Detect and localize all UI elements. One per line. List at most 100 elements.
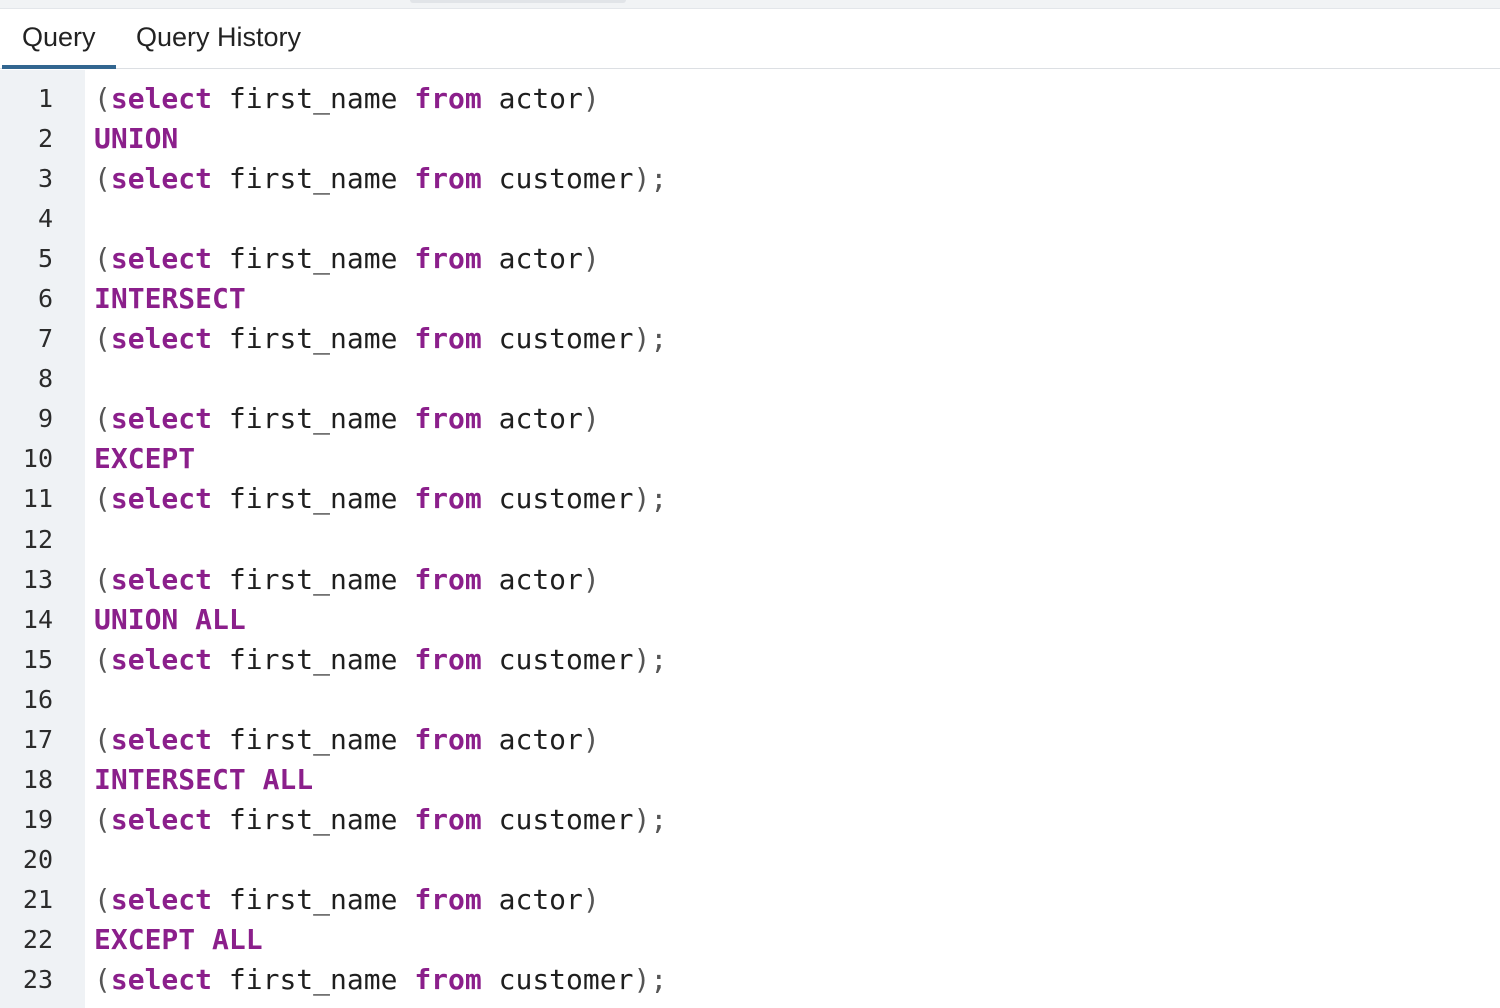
line-number: 6	[37, 284, 53, 314]
editor-line[interactable]: 16	[0, 680, 1500, 720]
sql-keyword: from	[414, 722, 482, 756]
sql-keyword: select	[110, 482, 213, 516]
editor-line[interactable]: 17 (select first_name from actor)	[0, 720, 1500, 760]
code-text: (select first_name from customer);	[94, 800, 667, 840]
sql-punctuation: )	[582, 562, 600, 596]
editor-line[interactable]: 3 (select first_name from customer);	[0, 159, 1500, 199]
code-text: EXCEPT ALL	[94, 920, 263, 960]
sql-punctuation: (	[94, 802, 111, 836]
sql-keyword: EXCEPT	[94, 442, 196, 476]
editor-line[interactable]: 18 INTERSECT ALL	[0, 760, 1500, 800]
tab-bar: Query Query History	[0, 9, 1500, 69]
editor-line[interactable]: 6 INTERSECT	[0, 279, 1500, 319]
editor-line[interactable]: 7 (select first_name from customer);	[0, 319, 1500, 359]
editor-lines: 1 (select first_name from actor) 2 UNION 3 (s…	[0, 79, 1500, 1000]
panel-top-strip	[0, 0, 1500, 9]
editor-line[interactable]: 10 EXCEPT	[0, 439, 1500, 479]
sql-punctuation: );	[633, 482, 668, 516]
sql-punctuation: (	[94, 482, 111, 516]
code-text: EXCEPT	[94, 439, 195, 479]
line-number: 15	[22, 644, 53, 674]
code-text: (select first_name from actor)	[94, 79, 600, 119]
line-number: 10	[22, 444, 53, 474]
editor-line[interactable]: 12	[0, 520, 1500, 560]
editor-line[interactable]: 21 (select first_name from actor)	[0, 880, 1500, 920]
editor-line[interactable]: 2 UNION	[0, 119, 1500, 159]
editor-line[interactable]: 15 (select first_name from customer);	[0, 640, 1500, 680]
line-number: 11	[22, 484, 53, 514]
sql-keyword: select	[110, 322, 213, 356]
sql-identifier: first_name	[212, 562, 415, 596]
sql-keyword: select	[110, 162, 213, 196]
line-number: 13	[22, 564, 53, 594]
code-text: (select first_name from actor)	[94, 880, 600, 920]
editor-line[interactable]: 5 (select first_name from actor)	[0, 239, 1500, 279]
editor-line[interactable]: 19 (select first_name from customer);	[0, 800, 1500, 840]
editor-line[interactable]: 23 (select first_name from customer);	[0, 960, 1500, 1000]
tab-query-history[interactable]: Query History	[136, 9, 301, 68]
sql-keyword: select	[110, 722, 213, 756]
sql-punctuation: (	[94, 322, 111, 356]
editor-line[interactable]: 20	[0, 840, 1500, 880]
sql-keyword: select	[110, 562, 213, 596]
sql-punctuation: )	[582, 82, 600, 115]
sql-punctuation: );	[633, 642, 668, 676]
sql-keyword: INTERSECT	[94, 282, 246, 316]
sql-keyword: from	[414, 802, 482, 836]
code-text: UNION ALL	[94, 600, 246, 640]
editor-line[interactable]: 9 (select first_name from actor)	[0, 399, 1500, 439]
sql-keyword: from	[414, 482, 482, 516]
sql-identifier: customer	[481, 802, 634, 836]
line-number: 12	[22, 524, 53, 554]
line-number: 19	[22, 804, 53, 834]
line-number: 20	[22, 844, 53, 874]
sql-keyword: select	[110, 802, 213, 836]
sql-identifier: actor	[481, 722, 583, 756]
sql-identifier: first_name	[212, 322, 415, 356]
sql-punctuation: (	[94, 882, 111, 916]
line-number: 18	[22, 764, 53, 794]
code-editor[interactable]: 1 (select first_name from actor) 2 UNION 3 (s…	[0, 70, 1500, 1008]
resize-handle[interactable]	[410, 0, 626, 3]
sql-punctuation: );	[633, 322, 668, 356]
sql-identifier: customer	[481, 963, 634, 997]
editor-line[interactable]: 13 (select first_name from actor)	[0, 560, 1500, 600]
sql-keyword: from	[414, 242, 482, 276]
sql-identifier: first_name	[212, 722, 415, 756]
sql-keyword: from	[414, 162, 482, 196]
editor-line[interactable]: 22 EXCEPT ALL	[0, 920, 1500, 960]
editor-line[interactable]: 1 (select first_name from actor)	[0, 79, 1500, 119]
code-text: (select first_name from customer);	[94, 479, 667, 519]
sql-punctuation: )	[582, 722, 600, 756]
sql-identifier: customer	[481, 162, 634, 196]
sql-punctuation: );	[633, 162, 668, 196]
sql-identifier: actor	[481, 882, 583, 916]
sql-query-panel: Query Query History 1 (select first_name …	[0, 0, 1500, 1008]
sql-punctuation: (	[94, 642, 111, 676]
sql-punctuation: );	[633, 963, 668, 997]
editor-line[interactable]: 11 (select first_name from customer);	[0, 479, 1500, 519]
code-text: (select first_name from customer);	[94, 159, 667, 199]
editor-line[interactable]: 8	[0, 359, 1500, 399]
sql-identifier: actor	[481, 562, 583, 596]
sql-keyword: select	[110, 242, 213, 276]
code-text: INTERSECT ALL	[94, 760, 313, 800]
tab-query[interactable]: Query	[2, 9, 116, 69]
code-text: (select first_name from customer);	[94, 319, 667, 359]
sql-identifier: first_name	[212, 242, 415, 276]
line-number: 4	[37, 204, 53, 234]
code-text: (select first_name from actor)	[94, 560, 600, 600]
sql-punctuation: (	[94, 82, 111, 115]
editor-line[interactable]: 4	[0, 199, 1500, 239]
line-number: 9	[37, 404, 53, 434]
sql-identifier: first_name	[212, 482, 415, 516]
sql-keyword: from	[414, 562, 482, 596]
editor-line[interactable]: 14 UNION ALL	[0, 600, 1500, 640]
sql-identifier: first_name	[212, 402, 415, 436]
sql-keyword: select	[110, 882, 213, 916]
sql-keyword: UNION ALL	[94, 602, 246, 636]
sql-punctuation: );	[633, 802, 668, 836]
code-text: (select first_name from actor)	[94, 399, 600, 439]
sql-identifier: first_name	[212, 963, 415, 997]
sql-identifier: actor	[481, 82, 583, 115]
